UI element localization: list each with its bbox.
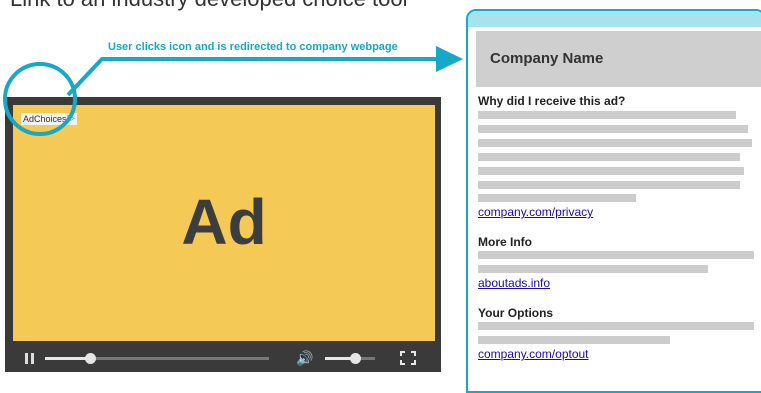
- placeholder-text-line: [478, 153, 740, 161]
- progress-bar[interactable]: [45, 353, 269, 364]
- section-title-why: Why did I receive this ad?: [478, 94, 626, 108]
- progress-thumb[interactable]: [84, 353, 96, 364]
- placeholder-text-line: [478, 322, 754, 330]
- pause-icon[interactable]: [25, 353, 34, 364]
- video-player: AdChoices ▷ Ad 🔊: [5, 97, 441, 372]
- volume-thumb[interactable]: [350, 353, 361, 364]
- volume-icon[interactable]: 🔊: [296, 350, 313, 366]
- player-controls: 🔊: [5, 346, 441, 372]
- placeholder-text-line: [478, 111, 736, 119]
- section-title-your-options: Your Options: [478, 306, 554, 320]
- page-top-bar: [468, 11, 761, 27]
- privacy-link[interactable]: company.com/privacy: [478, 205, 593, 219]
- arrow-label: User clicks icon and is redirected to co…: [108, 41, 398, 53]
- placeholder-text-line: [478, 167, 744, 175]
- placeholder-text-line: [478, 181, 740, 189]
- company-webpage: Company Name Why did I receive this ad? …: [466, 9, 761, 393]
- progress-fill: [45, 357, 90, 360]
- optout-link[interactable]: company.com/optout: [478, 347, 589, 361]
- placeholder-text-line: [478, 125, 748, 133]
- volume-slider[interactable]: [325, 353, 375, 364]
- placeholder-text-line: [478, 251, 754, 259]
- placeholder-text-line: [478, 265, 708, 273]
- placeholder-text-line: [478, 336, 670, 344]
- section-title-more-info: More Info: [478, 235, 532, 249]
- ad-area[interactable]: AdChoices ▷ Ad: [13, 105, 435, 341]
- ad-text: Ad: [181, 186, 267, 258]
- placeholder-text-line: [478, 194, 636, 202]
- placeholder-text-line: [478, 139, 752, 147]
- adchoices-highlight-circle: [3, 62, 77, 136]
- company-header: Company Name: [476, 31, 761, 87]
- company-name: Company Name: [490, 50, 604, 67]
- fullscreen-icon[interactable]: [400, 351, 416, 365]
- aboutads-link[interactable]: aboutads.info: [478, 276, 550, 290]
